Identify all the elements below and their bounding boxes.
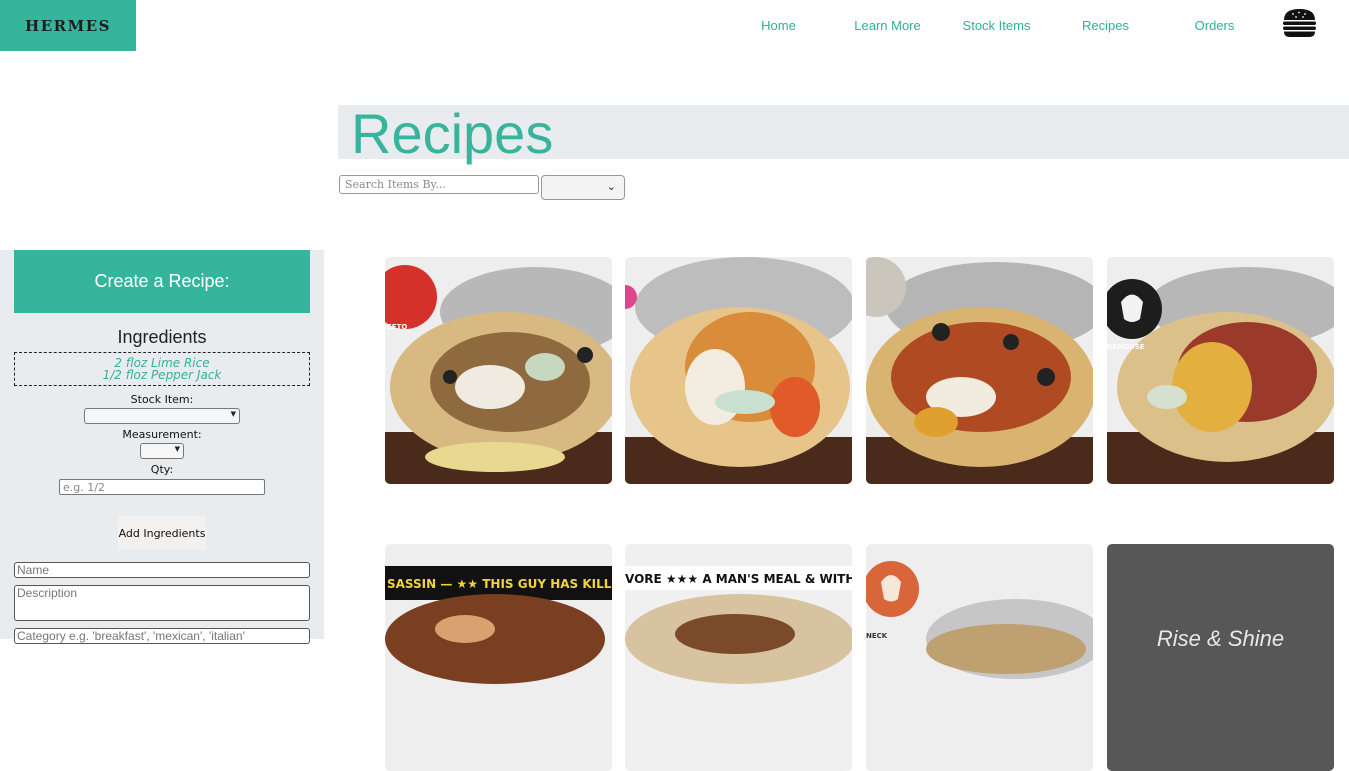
recipe-card[interactable]: SASSIN — ★★ THIS GUY HAS KILL: [385, 544, 612, 771]
logo-text: HERMES: [25, 16, 111, 35]
nav-home[interactable]: Home: [724, 0, 833, 52]
measurement-label: Measurement:: [122, 428, 202, 441]
nav-stock-items[interactable]: Stock Items: [942, 0, 1051, 52]
recipe-card[interactable]: Rise & Shine: [1107, 544, 1334, 771]
banner-text: SASSIN — ★★ THIS GUY HAS KILL: [387, 577, 612, 591]
burrito-image: SASSIN — ★★ THIS GUY HAS KILL: [385, 544, 612, 771]
create-recipe-panel: Create a Recipe: Ingredients 2 floz Lime…: [0, 250, 324, 644]
chevron-down-icon: ⌄: [606, 180, 616, 193]
stock-item-label: Stock Item:: [130, 393, 194, 406]
recipe-card-title: Rise & Shine: [1156, 626, 1285, 651]
chevron-down-icon: ▼: [174, 445, 180, 453]
ingredient-item: 1/2 floz Pepper Jack: [102, 368, 222, 382]
recipe-card[interactable]: [866, 257, 1093, 484]
recipe-card[interactable]: [625, 257, 852, 484]
nav-orders[interactable]: Orders: [1160, 0, 1269, 52]
ingredients-title: Ingredients: [117, 327, 207, 347]
banner-text: VORE ★★★ A MAN'S MEAL & WITH A SRI: [625, 572, 852, 586]
recipe-name-input[interactable]: [14, 562, 310, 578]
burrito-image: KEHOUSE: [1107, 257, 1334, 484]
ingredients-list: 2 floz Lime Rice 1/2 floz Pepper Jack: [14, 352, 310, 386]
logo[interactable]: HERMES: [0, 0, 136, 51]
burrito-image: VORE ★★★ A MAN'S MEAL & WITH A SRI: [625, 544, 852, 771]
chevron-down-icon: ▼: [230, 410, 236, 418]
badge-text: KEHOUSE: [1107, 343, 1145, 351]
recipe-card[interactable]: EETO: [385, 257, 612, 484]
burrito-image: [625, 257, 852, 484]
qty-label: Qty:: [150, 463, 174, 476]
badge-text: EETO: [387, 323, 407, 331]
recipe-card[interactable]: KEHOUSE: [1107, 257, 1334, 484]
recipe-card[interactable]: VORE ★★★ A MAN'S MEAL & WITH A SRI: [625, 544, 852, 771]
filter-select[interactable]: ⌄: [541, 175, 625, 200]
nav-recipes[interactable]: Recipes: [1051, 0, 1160, 52]
search-input[interactable]: [339, 175, 539, 194]
main-nav: Home Learn More Stock Items Recipes Orde…: [724, 0, 1269, 52]
add-ingredients-button[interactable]: Add Ingredients: [118, 516, 206, 550]
create-recipe-heading: Create a Recipe:: [14, 250, 310, 313]
burger-icon[interactable]: [1282, 8, 1317, 38]
stock-item-select[interactable]: ▼: [84, 408, 240, 424]
recipe-category-input[interactable]: [14, 628, 310, 644]
nav-learn-more[interactable]: Learn More: [833, 0, 942, 52]
measurement-select[interactable]: ▼: [140, 443, 184, 459]
recipe-description-input[interactable]: [14, 585, 310, 621]
burrito-image: EETO: [385, 257, 612, 484]
page-title: Recipes: [351, 102, 554, 165]
title-band: Recipes: [338, 105, 1349, 163]
recipe-card[interactable]: NECK: [866, 544, 1093, 771]
burrito-image: NECK: [866, 544, 1093, 771]
qty-input[interactable]: [59, 479, 265, 495]
burrito-image: [866, 257, 1093, 484]
